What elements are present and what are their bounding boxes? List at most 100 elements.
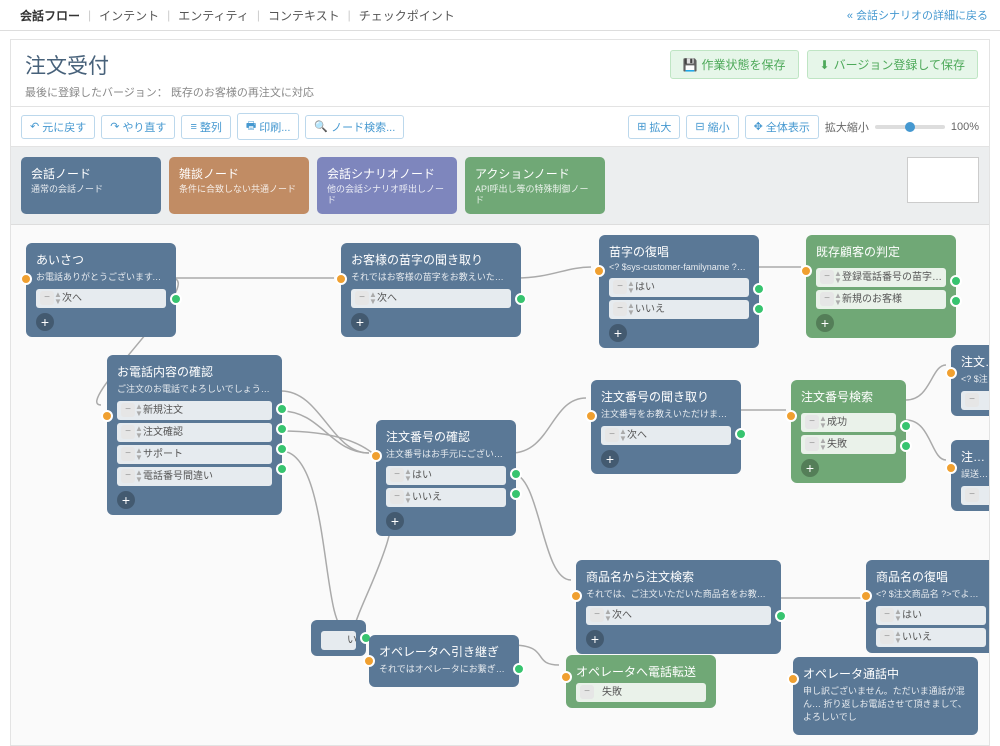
remove-icon[interactable]: − (121, 469, 135, 483)
remove-icon[interactable]: − (355, 291, 369, 305)
node-greeting[interactable]: あいさつ お電話ありがとうございます。<?… −▲▼次へ + (26, 243, 176, 337)
remove-icon[interactable]: − (965, 488, 979, 502)
remove-icon[interactable]: − (613, 280, 627, 294)
remove-icon[interactable]: − (121, 425, 135, 439)
output-port[interactable] (510, 488, 522, 500)
branch-row[interactable]: −▲▼次へ (601, 426, 731, 445)
reorder-icon[interactable]: ▲▼ (54, 291, 62, 305)
output-port[interactable] (276, 423, 288, 435)
add-branch-button[interactable]: + (801, 459, 819, 477)
input-port[interactable] (560, 671, 572, 683)
output-port[interactable] (276, 403, 288, 415)
reorder-icon[interactable]: ▲▼ (135, 403, 143, 417)
palette-dialog-node[interactable]: 会話ノード通常の会話ノード (21, 157, 161, 214)
node-confirm-order-no[interactable]: 注文番号の確認 注文番号はお手元にございますか？ −▲▼はい −▲▼いいえ + (376, 420, 516, 536)
output-port[interactable] (510, 468, 522, 480)
reorder-icon[interactable]: ▲▼ (404, 468, 412, 482)
remove-icon[interactable]: − (121, 403, 135, 417)
remove-icon[interactable]: − (613, 302, 627, 316)
output-port[interactable] (170, 293, 182, 305)
reorder-icon[interactable]: ▲▼ (135, 469, 143, 483)
reorder-icon[interactable]: ▲▼ (819, 437, 827, 451)
branch-row[interactable]: −▲▼いいえ (609, 300, 749, 319)
output-port[interactable] (950, 295, 962, 307)
branch-row[interactable]: − (961, 391, 989, 410)
minimap[interactable] (907, 157, 979, 203)
output-port[interactable] (276, 463, 288, 475)
branch-row[interactable]: − (961, 486, 989, 505)
node-search-by-product[interactable]: 商品名から注文検索 それでは、ご注文いただいた商品名をお教えくださいますか？ −… (576, 560, 781, 654)
input-port[interactable] (785, 410, 797, 422)
node-repeat-product[interactable]: 商品名の復唱 <? $注文商品名 ?>でよろしいでし… −▲▼はい −▲▼いいえ (866, 560, 989, 653)
reorder-icon[interactable]: ▲▼ (619, 428, 627, 442)
input-port[interactable] (585, 410, 597, 422)
reorder-icon[interactable]: ▲▼ (135, 425, 143, 439)
search-button[interactable]: 🔍ノード検索... (305, 115, 404, 139)
flow-canvas[interactable]: あいさつ お電話ありがとうございます。<?… −▲▼次へ + お客様の苗字の聞き… (11, 225, 989, 745)
remove-icon[interactable]: − (121, 447, 135, 461)
branch-row[interactable]: −▲▼新規のお客様 (816, 290, 946, 309)
input-port[interactable] (370, 450, 382, 462)
tab-flow[interactable]: 会話フロー (12, 7, 88, 24)
output-port[interactable] (753, 283, 765, 295)
add-branch-button[interactable]: + (586, 630, 604, 648)
print-button[interactable]: 🖶印刷... (237, 113, 300, 140)
branch-row[interactable]: −▲▼次へ (586, 606, 771, 625)
branch-row[interactable]: −▲▼はい (386, 466, 506, 485)
input-port[interactable] (335, 273, 347, 285)
branch-row[interactable]: −▲▼失敗 (801, 435, 896, 454)
undo-button[interactable]: ↶元に戻す (21, 115, 95, 139)
reorder-icon[interactable]: ▲▼ (894, 630, 902, 644)
fit-button[interactable]: ✥全体表示 (745, 115, 819, 139)
reorder-icon[interactable]: ▲▼ (834, 292, 842, 306)
node-operator-handoff[interactable]: オペレータへ引き継ぎ それではオペレータにお繋ぎいたしま… (369, 635, 519, 687)
branch-row[interactable]: −▲▼次へ (36, 289, 166, 308)
output-port[interactable] (276, 443, 288, 455)
output-port[interactable] (753, 303, 765, 315)
node-customer-check[interactable]: 既存顧客の判定 −▲▼登録電話番号の苗字… −▲▼新規のお客様 + (806, 235, 956, 338)
output-port[interactable] (775, 610, 787, 622)
node-search-order-no[interactable]: 注文番号検索 −▲▼成功 −▲▼失敗 + (791, 380, 906, 483)
tab-context[interactable]: コンテキスト (260, 7, 348, 24)
input-port[interactable] (945, 462, 957, 474)
branch-row[interactable]: −▲▼いいえ (386, 488, 506, 507)
remove-icon[interactable]: − (880, 630, 894, 644)
reorder-icon[interactable]: ▲▼ (819, 415, 827, 429)
output-port[interactable] (900, 440, 912, 452)
input-port[interactable] (945, 367, 957, 379)
reorder-icon[interactable]: ▲▼ (135, 447, 143, 461)
branch-row[interactable]: −▲▼いいえ (876, 628, 986, 647)
tab-checkpoint[interactable]: チェックポイント (351, 7, 463, 24)
node-repeat-name[interactable]: 苗字の復唱 <? $sys-customer-familyname ?>… −▲… (599, 235, 759, 348)
branch-row[interactable]: −▲▼サポート (117, 445, 272, 464)
input-port[interactable] (787, 673, 799, 685)
reorder-icon[interactable]: ▲▼ (627, 280, 635, 294)
reorder-icon[interactable]: ▲▼ (894, 608, 902, 622)
remove-icon[interactable]: − (820, 270, 834, 284)
add-branch-button[interactable]: + (609, 324, 627, 342)
input-port[interactable] (593, 265, 605, 277)
input-port[interactable] (20, 273, 32, 285)
remove-icon[interactable]: − (805, 415, 819, 429)
tab-intent[interactable]: インテント (91, 7, 167, 24)
output-port[interactable] (900, 420, 912, 432)
remove-icon[interactable]: − (390, 468, 404, 482)
zoom-slider[interactable] (875, 125, 945, 129)
reorder-icon[interactable]: ▲▼ (834, 270, 842, 284)
remove-icon[interactable]: − (820, 292, 834, 306)
node-ask-name[interactable]: お客様の苗字の聞き取り それではお客様の苗字をお教えいただけますか？ −▲▼次へ… (341, 243, 521, 337)
reorder-icon[interactable]: ▲▼ (604, 608, 612, 622)
palette-chitchat-node[interactable]: 雑談ノード条件に合致しない共通ノード (169, 157, 309, 214)
node-call-purpose[interactable]: お電話内容の確認 ご注文のお電話でよろしいでしょうか？ −▲▼新規注文 −▲▼注… (107, 355, 282, 515)
add-branch-button[interactable]: + (601, 450, 619, 468)
add-branch-button[interactable]: + (351, 313, 369, 331)
reorder-icon[interactable]: ▲▼ (404, 490, 412, 504)
input-port[interactable] (570, 590, 582, 602)
zoom-out-button[interactable]: ⊟縮小 (686, 115, 738, 139)
branch-row[interactable]: −▲▼はい (876, 606, 986, 625)
remove-icon[interactable]: − (40, 291, 54, 305)
node-order-item-partial[interactable]: 注文商… <? $注文… − (951, 345, 989, 416)
remove-icon[interactable]: − (580, 685, 594, 699)
remove-icon[interactable]: − (965, 393, 979, 407)
output-port[interactable] (735, 428, 747, 440)
